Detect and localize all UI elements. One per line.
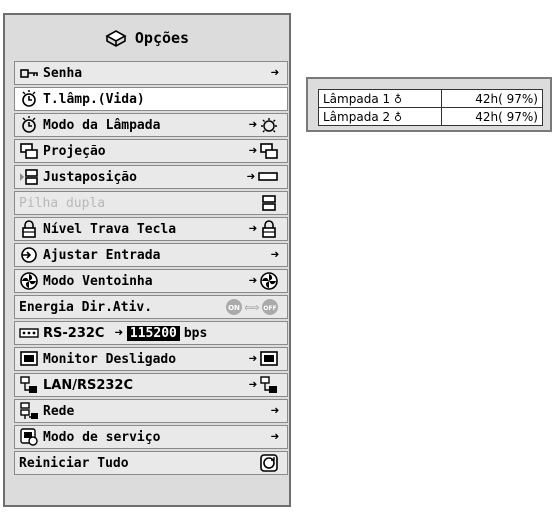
input-icon — [21, 247, 37, 263]
lamp-label: Lâmpada 2 ♁ — [317, 107, 443, 126]
lamp-icon: ♁ — [393, 110, 403, 124]
lamp-hours: 42h( 97%) — [441, 107, 543, 126]
lamp-hours: 42h( 97%) — [441, 89, 543, 108]
menu-item-label: T.lâmp.(Vida) — [43, 91, 145, 107]
menu-item-senha[interactable]: Senha ➜ — [14, 61, 288, 85]
arrow-right-icon: ➜ — [270, 403, 279, 419]
options-menu: Opções Senha ➜ T.lâmp.(Vida) Modo da Lâm… — [3, 13, 291, 507]
menu-item-rede[interactable]: Rede ➜ — [14, 399, 288, 423]
menu-item-label: Rede — [43, 403, 75, 419]
network-icon — [20, 402, 38, 419]
menu-item-pilha-dupla: Pilha dupla — [14, 191, 288, 215]
monitor-icon — [20, 351, 38, 366]
arrow-right-icon: ➜ — [248, 143, 257, 159]
menu-item-modo-servico[interactable]: Modo de serviço ➜ — [14, 425, 288, 449]
power-off-label: OFF — [263, 305, 276, 312]
power-on-label: ON — [228, 304, 240, 312]
menu-item-label: RS-232C — [43, 325, 105, 341]
menu-item-ajustar-entrada[interactable]: Ajustar Entrada ➜ — [14, 243, 288, 267]
service-icon — [20, 428, 38, 446]
arrow-right-icon: ➜ — [248, 221, 257, 237]
lamp-mode-value-icon — [261, 118, 277, 133]
menu-item-label: Projeção — [43, 143, 106, 159]
menu-item-label: Reiniciar Tudo — [19, 455, 129, 471]
monitor-value-icon — [260, 351, 278, 366]
stack-icon — [20, 169, 38, 185]
table-row: Lâmpada 1 ♁ 42h( 97%) — [317, 89, 543, 108]
baud-rate-value[interactable]: 115200 — [126, 325, 180, 341]
menu-item-label: Modo de serviço — [43, 429, 161, 445]
lamp-life-panel: Lâmpada 1 ♁ 42h( 97%) Lâmpada 2 ♁ 42h( 9… — [306, 77, 552, 132]
arrow-right-icon: ➜ — [248, 273, 257, 289]
arrow-right-icon: ➜ — [114, 325, 123, 341]
lamp-life-table: Lâmpada 1 ♁ 42h( 97%) Lâmpada 2 ♁ 42h( 9… — [317, 89, 543, 126]
arrow-right-icon: ➜ — [248, 377, 257, 393]
menu-header: Opções — [5, 15, 289, 60]
arrow-right-icon: ➜ — [246, 169, 255, 185]
stack-value-icon — [258, 172, 278, 181]
menu-item-label: Senha — [43, 65, 83, 81]
lamp-icon: ♁ — [393, 92, 403, 106]
menu-item-label: Monitor Desligado — [43, 351, 177, 367]
menu-item-energia[interactable]: Energia Dir.Ativ. ON ⇦⇨ OFF — [14, 295, 288, 319]
baud-rate-unit: bps — [183, 325, 208, 341]
network-serial-value-icon — [260, 376, 277, 393]
dual-stack-icon — [262, 195, 276, 211]
lock-value-icon — [262, 220, 276, 238]
menu-item-justaposicao[interactable]: Justaposição ➜ — [14, 165, 288, 189]
menu-item-projecao[interactable]: Projeção ➜ — [14, 139, 288, 163]
power-on-icon: ON — [225, 299, 242, 315]
swap-arrows-icon: ⇦⇨ — [244, 300, 259, 314]
menu-item-label: Pilha dupla — [19, 195, 106, 211]
menu-item-nivel-trava[interactable]: Nível Trava Tecla ➜ — [14, 217, 288, 241]
menu-items: Senha ➜ T.lâmp.(Vida) Modo da Lâmpada ➜ — [14, 61, 288, 477]
lamp-timer-icon — [22, 90, 36, 107]
menu-item-monitor-desligado[interactable]: Monitor Desligado ➜ — [14, 347, 288, 371]
lamp-label: Lâmpada 1 ♁ — [317, 89, 443, 108]
lamp-mode-icon — [22, 116, 36, 133]
menu-item-label: Modo da Lâmpada — [43, 117, 161, 133]
menu-item-lamp-life[interactable]: T.lâmp.(Vida) — [14, 87, 288, 111]
serial-port-icon — [19, 328, 39, 338]
menu-item-label: Justaposição — [43, 169, 137, 185]
key-icon — [20, 69, 38, 78]
fan-icon — [20, 272, 38, 290]
fan-value-icon — [260, 272, 278, 290]
arrow-right-icon: ➜ — [248, 351, 257, 367]
table-row: Lâmpada 2 ♁ 42h( 97%) — [317, 107, 543, 126]
menu-item-label: Ajustar Entrada — [43, 247, 161, 263]
menu-item-label: Nível Trava Tecla — [43, 221, 177, 237]
menu-item-label: Energia Dir.Ativ. — [19, 299, 153, 315]
projection-value-icon — [260, 143, 278, 159]
arrow-right-icon: ➜ — [270, 65, 279, 81]
menu-item-label: LAN/RS232C — [43, 377, 134, 393]
menu-title: Opções — [134, 28, 190, 47]
menu-item-rs232c[interactable]: RS-232C ➜ 115200 bps — [14, 321, 288, 345]
lock-icon — [22, 220, 36, 238]
arrow-right-icon: ➜ — [248, 117, 257, 133]
menu-item-lamp-mode[interactable]: Modo da Lâmpada ➜ — [14, 113, 288, 137]
menu-item-reiniciar-tudo[interactable]: Reiniciar Tudo — [14, 451, 288, 475]
menu-item-label: Modo Ventoinha — [43, 273, 153, 289]
projection-icon — [20, 143, 38, 159]
power-off-icon: OFF — [262, 299, 278, 315]
menu-item-modo-ventoinha[interactable]: Modo Ventoinha ➜ — [14, 269, 288, 293]
arrow-right-icon: ➜ — [270, 429, 279, 445]
reset-icon — [260, 454, 278, 472]
menu-item-lan-rs232c[interactable]: LAN/RS232C ➜ — [14, 373, 288, 397]
network-serial-icon — [20, 376, 37, 393]
options-icon — [105, 29, 127, 47]
arrow-right-icon: ➜ — [270, 247, 279, 263]
